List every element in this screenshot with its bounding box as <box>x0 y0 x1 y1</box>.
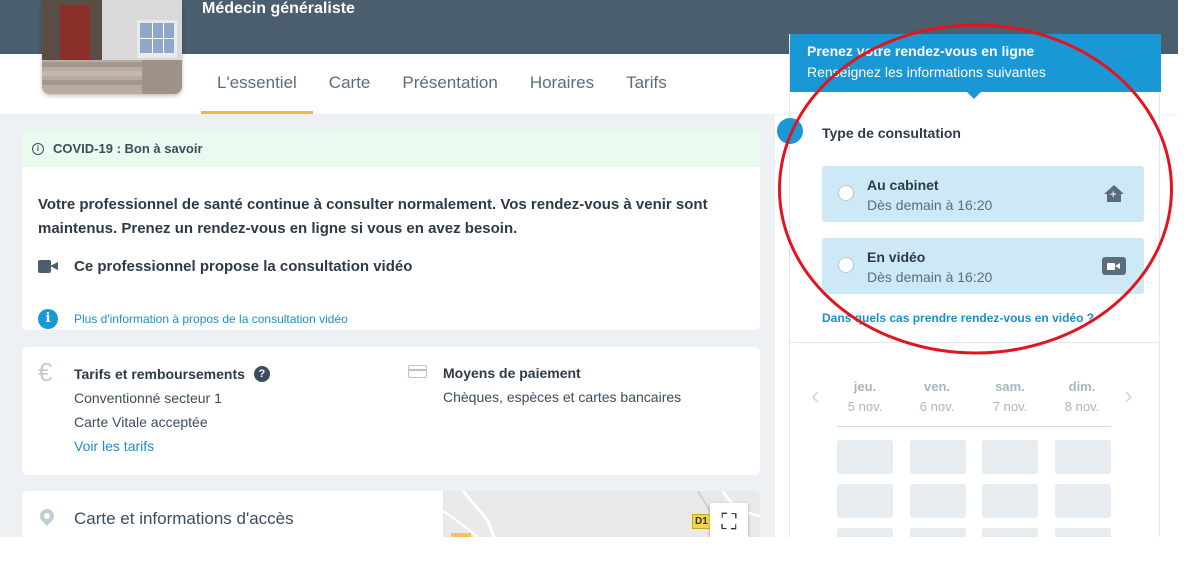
calendar-day: dim. 8 nov. <box>1052 377 1112 417</box>
option-availability: Dès demain à 16:20 <box>867 269 993 285</box>
see-prices-link[interactable]: Voir les tarifs <box>74 438 154 454</box>
day-name: dim. <box>1068 379 1096 394</box>
booking-header: Prenez votre rendez-vous en ligne Rensei… <box>790 34 1161 99</box>
profile-tabs: L'essentiel Carte Présentation Horaires … <box>201 54 683 114</box>
radio-au-cabinet[interactable] <box>838 185 854 201</box>
calendar-day: ven. 6 nov. <box>907 377 967 417</box>
video-notice: Ce professionnel propose la consultation… <box>38 258 412 275</box>
video-help-link[interactable]: Dans quels cas prendre rendez-vous en vi… <box>822 311 1094 325</box>
day-name: jeu. <box>853 379 877 394</box>
help-icon[interactable]: ? <box>253 366 270 382</box>
tab-presentation[interactable]: Présentation <box>386 54 513 114</box>
day-date: 8 nov. <box>1064 399 1100 414</box>
booking-subtitle: Renseignez les informations suivantes <box>807 64 1046 80</box>
calendar-day: jeu. 5 nov. <box>835 377 895 417</box>
header-pointer <box>967 92 981 99</box>
specialty-label: Médecin généraliste <box>202 0 355 17</box>
payment-title: Moyens de paiement <box>443 365 581 381</box>
option-label: Au cabinet <box>867 177 939 193</box>
video-camera-icon <box>38 260 58 273</box>
option-en-video[interactable]: En vidéo Dès demain à 16:20 <box>822 238 1144 294</box>
bottom-margin <box>0 537 1192 576</box>
tarifs-title: Tarifs et remboursements <box>74 366 245 382</box>
day-name: ven. <box>923 379 950 394</box>
video-notice-text: Ce professionnel propose la consultation… <box>74 258 413 275</box>
booking-panel: Prenez votre rendez-vous en ligne Rensei… <box>777 34 1161 576</box>
fullscreen-icon[interactable]: ⛶ <box>710 503 748 541</box>
house-plus-icon <box>1104 185 1124 203</box>
tab-tarifs[interactable]: Tarifs <box>610 54 683 114</box>
access-title: Carte et informations d'accès <box>74 509 294 528</box>
radio-en-video[interactable] <box>838 257 854 273</box>
option-au-cabinet[interactable]: Au cabinet Dès demain à 16:20 <box>822 166 1144 222</box>
sector-text: Conventionné secteur 1 <box>74 390 222 406</box>
time-slot[interactable] <box>837 440 893 474</box>
right-margin <box>1178 0 1192 576</box>
chevron-right-icon[interactable]: › <box>1124 382 1133 408</box>
time-slot[interactable] <box>910 440 966 474</box>
option-availability: Dès demain à 16:20 <box>867 197 993 213</box>
credit-card-icon <box>408 365 427 378</box>
time-slot[interactable] <box>910 484 966 518</box>
video-info-link-text[interactable]: Plus d'information à propos de la consul… <box>74 312 348 326</box>
tarifs-heading: Tarifs et remboursements ? <box>74 366 270 382</box>
day-name: sam. <box>995 379 1025 394</box>
vitale-text: Carte Vitale acceptée <box>74 414 208 430</box>
divider <box>790 342 1159 343</box>
consultation-type-title: Type de consultation <box>822 125 961 141</box>
tab-horaires[interactable]: Horaires <box>514 54 610 114</box>
covid-title: COVID-19 : Bon à savoir <box>53 141 203 156</box>
tarifs-card: € Tarifs et remboursements ? Conventionn… <box>22 347 760 475</box>
calendar-day: sam. 7 nov. <box>980 377 1040 417</box>
booking-title: Prenez votre rendez-vous en ligne <box>807 43 1035 59</box>
info-icon: i <box>38 309 58 329</box>
covid-card: i COVID-19 : Bon à savoir Votre professi… <box>22 130 760 330</box>
covid-message: Votre professionnel de santé continue à … <box>38 196 708 237</box>
info-icon: i <box>32 142 44 155</box>
tab-carte[interactable]: Carte <box>313 54 387 114</box>
video-info-link[interactable]: i Plus d'information à propos de la cons… <box>38 309 348 329</box>
step-indicator <box>777 118 803 144</box>
chevron-left-icon[interactable]: ‹ <box>811 382 820 408</box>
time-slot[interactable] <box>982 440 1038 474</box>
time-slot[interactable] <box>1055 440 1111 474</box>
practice-photo <box>42 0 182 94</box>
main-content: i COVID-19 : Bon à savoir Votre professi… <box>0 114 775 576</box>
covid-banner: i COVID-19 : Bon à savoir <box>22 130 760 167</box>
time-slot[interactable] <box>837 484 893 518</box>
calendar-divider <box>837 426 1111 427</box>
day-date: 5 nov. <box>847 399 883 414</box>
map-pin-icon <box>37 506 57 526</box>
tab-essentiel[interactable]: L'essentiel <box>201 54 313 114</box>
payment-methods: Chèques, espèces et cartes bancaires <box>443 389 682 405</box>
day-date: 6 nov. <box>919 399 955 414</box>
day-date: 7 nov. <box>992 399 1028 414</box>
euro-icon: € <box>38 357 53 387</box>
time-slot[interactable] <box>1055 484 1111 518</box>
video-icon <box>1102 257 1126 275</box>
time-slot[interactable] <box>982 484 1038 518</box>
option-label: En vidéo <box>867 249 926 265</box>
